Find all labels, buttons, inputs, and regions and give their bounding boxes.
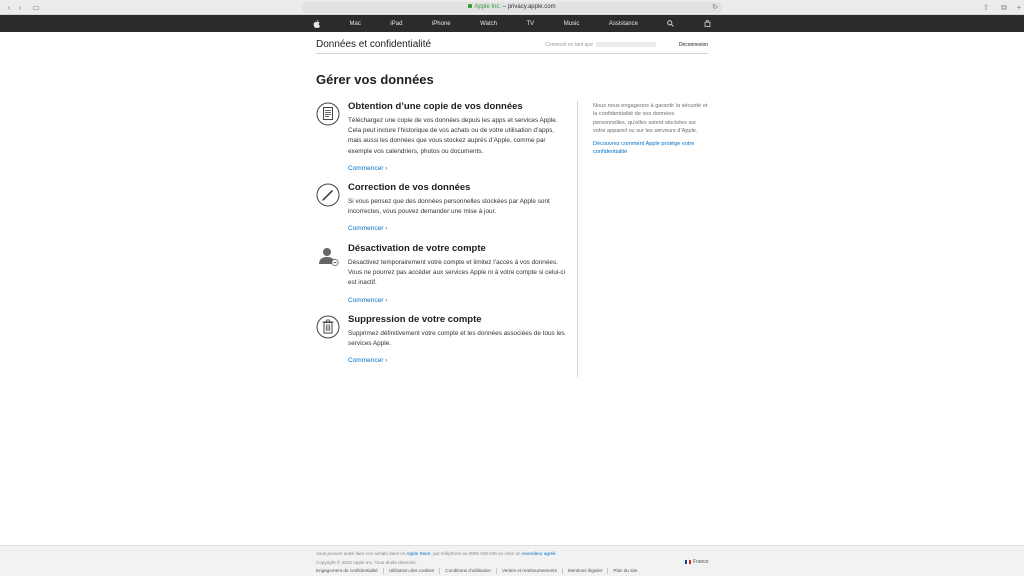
nav-item-music[interactable]: Music bbox=[564, 21, 580, 27]
new-tab-icon[interactable]: + bbox=[1014, 3, 1024, 12]
section-title: Désactivation de votre compte bbox=[348, 243, 486, 254]
nav-item-tv[interactable]: TV bbox=[526, 21, 534, 27]
privacy-learn-more-link[interactable]: Découvrez comment Apple protège votre co… bbox=[593, 140, 708, 157]
reseller-link[interactable]: revendeur agréé bbox=[522, 551, 556, 556]
country-selector[interactable]: France bbox=[685, 559, 709, 565]
address-bar[interactable]: Apple Inc. – privacy.apple.com ↻ bbox=[302, 2, 722, 13]
section-body: Si vous pensez que des données personnel… bbox=[348, 198, 550, 216]
aside-text: Nous nous engageons à garantir la sécuri… bbox=[593, 103, 708, 134]
footer-shop-prefix: Vous pouvez aussi faire vos achats dans … bbox=[316, 551, 406, 556]
section-title: Obtention d’une copie de vos données bbox=[348, 101, 523, 112]
start-deactivation-link[interactable]: Commencer › bbox=[348, 296, 387, 306]
section-delete-account: Suppression de votre compte Supprimez dé… bbox=[316, 313, 566, 366]
url-owner: Apple Inc. bbox=[474, 4, 502, 10]
footer-link-sitemap[interactable]: Plan du site bbox=[607, 568, 642, 574]
footer-link-legal[interactable]: Mentions légales bbox=[561, 568, 607, 574]
signed-in-status: Connecté en tant que bbox=[545, 42, 656, 48]
footer-shop-mid: , par téléphone au 0800 046 046 ou chez … bbox=[430, 551, 521, 556]
footer-link-cookies[interactable]: Utilisation des cookies bbox=[382, 568, 439, 574]
url-domain: privacy.apple.com bbox=[507, 4, 556, 10]
copyright: Copyright © 2018 Apple Inc. Tous droits … bbox=[316, 560, 417, 565]
start-correction-link[interactable]: Commencer › bbox=[348, 224, 387, 234]
localnav-title[interactable]: Données et confidentialité bbox=[316, 39, 431, 50]
nav-item-ipad[interactable]: iPad bbox=[390, 21, 402, 27]
forward-icon[interactable]: › bbox=[15, 3, 25, 12]
search-icon[interactable] bbox=[667, 20, 675, 27]
lock-icon bbox=[468, 4, 473, 9]
nav-item-mac[interactable]: Mac bbox=[350, 21, 361, 27]
browser-toolbar: ‹ › ▭ Apple Inc. – privacy.apple.com ↻ ⇧… bbox=[0, 0, 1024, 15]
footer-links: Engagement de confidentialité Utilisatio… bbox=[316, 568, 642, 574]
section-copy-data: Obtention d’une copie de vos données Tél… bbox=[316, 100, 566, 181]
footer: Vous pouvez aussi faire vos achats dans … bbox=[0, 545, 1024, 576]
footer-shop-line: Vous pouvez aussi faire vos achats dans … bbox=[316, 551, 557, 556]
sidebar-icon[interactable]: ▭ bbox=[31, 3, 41, 12]
logout-link[interactable]: Déconnexion bbox=[679, 42, 708, 48]
nav-item-watch[interactable]: Watch bbox=[480, 21, 497, 27]
signed-in-label: Connecté en tant que bbox=[545, 42, 593, 48]
data-actions-list: Obtention d’une copie de vos données Tél… bbox=[316, 100, 566, 366]
pencil-icon bbox=[316, 183, 340, 207]
share-icon[interactable]: ⇧ bbox=[981, 3, 991, 12]
local-nav: Données et confidentialité Connecté en t… bbox=[316, 33, 708, 54]
tabs-icon[interactable]: ⧉ bbox=[999, 3, 1009, 12]
trash-icon bbox=[316, 315, 340, 339]
country-name: France bbox=[693, 559, 709, 565]
section-title: Suppression de votre compte bbox=[348, 314, 482, 325]
apple-logo-icon[interactable] bbox=[313, 19, 320, 28]
nav-item-assistance[interactable]: Assistance bbox=[609, 21, 638, 27]
bag-icon[interactable] bbox=[704, 20, 711, 27]
document-icon bbox=[316, 102, 340, 126]
footer-link-privacy[interactable]: Engagement de confidentialité bbox=[316, 568, 383, 574]
section-body: Téléchargez une copie de vos données dep… bbox=[348, 117, 558, 155]
section-body: Supprimez définitivement votre compte et… bbox=[348, 330, 565, 348]
footer-link-sales[interactable]: Ventes et remboursements bbox=[495, 568, 562, 574]
column-divider bbox=[577, 101, 578, 377]
nav-item-iphone[interactable]: iPhone bbox=[432, 21, 451, 27]
redacted-account bbox=[596, 42, 656, 48]
footer-link-terms[interactable]: Conditions d’utilisation bbox=[439, 568, 496, 574]
france-flag-icon bbox=[685, 559, 691, 564]
reload-icon[interactable]: ↻ bbox=[712, 2, 718, 13]
user-deactivate-icon bbox=[319, 248, 339, 267]
privacy-aside: Nous nous engageons à garantir la sécuri… bbox=[593, 102, 708, 157]
global-nav: Mac iPad iPhone Watch TV Music Assistanc… bbox=[0, 15, 1024, 32]
apple-store-link[interactable]: Apple Store bbox=[406, 551, 430, 556]
start-deletion-link[interactable]: Commencer › bbox=[348, 356, 387, 366]
section-body: Désactivez temporairement votre compte e… bbox=[348, 259, 566, 287]
start-copy-link[interactable]: Commencer › bbox=[348, 164, 387, 174]
section-title: Correction de vos données bbox=[348, 182, 471, 193]
page-title: Gérer vos données bbox=[316, 72, 434, 87]
section-correct-data: Correction de vos données Si vous pensez… bbox=[316, 181, 566, 242]
section-deactivate-account: Désactivation de votre compte Désactivez… bbox=[316, 242, 566, 313]
back-icon[interactable]: ‹ bbox=[4, 3, 14, 12]
